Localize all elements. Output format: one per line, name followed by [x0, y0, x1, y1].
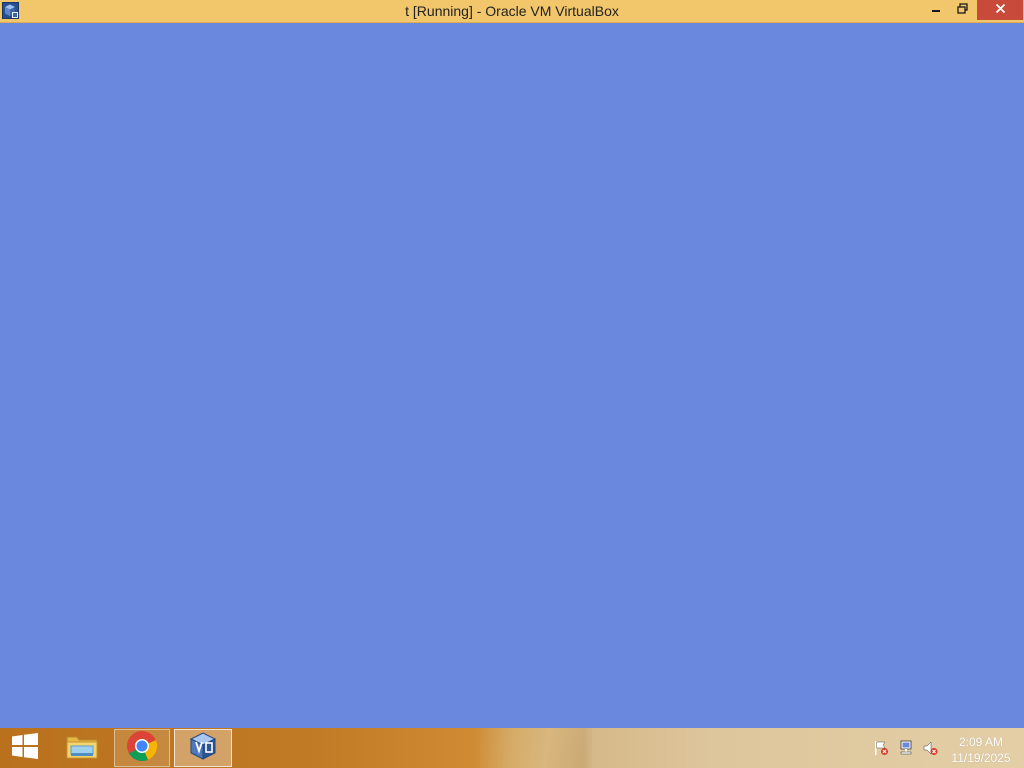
volume-muted-icon[interactable]: [921, 740, 939, 756]
window-titlebar[interactable]: t [Running] - Oracle VM VirtualBox: [0, 0, 1024, 23]
window-title: t [Running] - Oracle VM VirtualBox: [405, 3, 619, 19]
taskbar-google-chrome[interactable]: [114, 729, 170, 767]
minimize-icon: [931, 1, 941, 19]
restore-icon: [956, 1, 968, 19]
close-button[interactable]: [977, 0, 1023, 20]
taskbar-virtualbox[interactable]: [174, 729, 232, 767]
restore-button[interactable]: [949, 0, 975, 20]
start-button[interactable]: [0, 729, 50, 767]
folder-icon: [65, 731, 99, 766]
clock-time: 2:09 AM: [958, 735, 1004, 749]
windows-logo-icon: [11, 732, 39, 765]
taskbar: 2:09 AM 11/19/2025: [0, 728, 1024, 768]
taskbar-sheen: [480, 728, 590, 768]
chrome-icon: [126, 730, 158, 767]
virtualbox-icon: [187, 730, 219, 767]
minimize-button[interactable]: [923, 0, 949, 20]
taskbar-clock[interactable]: 2:09 AM 11/19/2025: [944, 734, 1018, 766]
close-icon: [995, 1, 1006, 19]
clock-date: 11/19/2025: [951, 751, 1011, 765]
action-center-flag-icon[interactable]: [872, 740, 890, 756]
taskbar-file-explorer[interactable]: [54, 729, 110, 767]
network-icon[interactable]: [897, 740, 915, 756]
vm-guest-display[interactable]: [0, 23, 1024, 728]
